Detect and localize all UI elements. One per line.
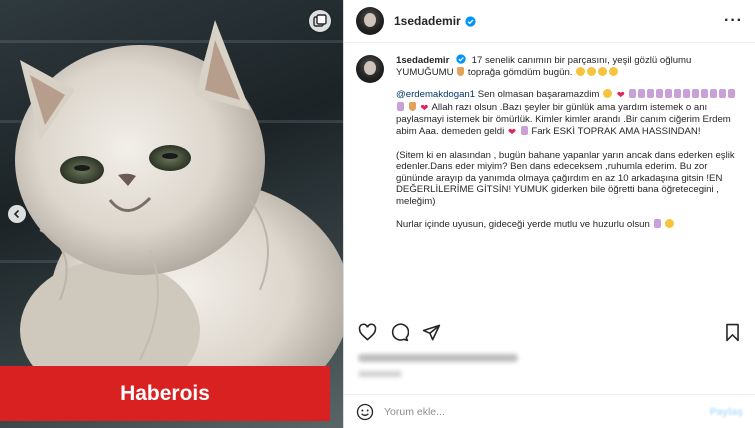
more-options-icon[interactable]: ··· <box>724 12 743 30</box>
caption-text: 1sedademir 17 senelik canımın bir parças… <box>396 54 740 241</box>
caption-line: Nurlar içinde uyusun, gideceği yerde mut… <box>396 218 650 230</box>
post-photo[interactable]: Haberois <box>0 0 343 428</box>
praying-hands-emoji-icon <box>520 125 528 135</box>
action-bar <box>356 320 743 344</box>
praying-hands-emoji-icon <box>656 89 664 99</box>
post-header: 1sedademir ··· <box>344 0 755 43</box>
post-details-panel: 1sedademir ··· 1sedademir 17 senelik can… <box>343 0 755 428</box>
comment-input[interactable] <box>384 405 710 418</box>
likes-summary-blurred <box>358 354 518 362</box>
heart-icon[interactable] <box>356 321 378 343</box>
praying-hands-emoji-icon <box>683 89 691 99</box>
username-link[interactable]: 1sedademir <box>394 14 461 28</box>
smiley-icon[interactable] <box>356 403 374 421</box>
caption-block: 1sedademir 17 senelik canımın bir parças… <box>356 54 743 241</box>
caption-line: toprağa gömdüm bugün. <box>467 66 573 78</box>
send-icon[interactable] <box>420 321 442 343</box>
comment-bar: Paylaş <box>344 394 755 428</box>
praying-hands-emoji-icon <box>647 89 655 99</box>
praying-hands-emoji-icon <box>701 89 709 99</box>
watermark-text: Haberois <box>120 381 210 405</box>
heart-emoji-icon: ❤ <box>420 102 429 114</box>
praying-hands-emoji-icon <box>728 89 736 99</box>
avatar[interactable] <box>356 7 384 35</box>
sad-face-emoji-icon <box>598 66 608 76</box>
verified-badge-icon <box>465 15 476 27</box>
carousel-icon <box>309 10 331 32</box>
praying-hands-emoji-icon <box>674 89 682 99</box>
praying-hands-emoji-icon <box>397 101 404 111</box>
praying-hands-emoji-icon <box>653 218 661 228</box>
verified-badge-icon <box>456 54 466 64</box>
heart-emoji-icon: ❤ <box>507 126 516 138</box>
praying-hands-emoji-icon <box>665 89 673 99</box>
cat-image <box>15 20 343 420</box>
praying-hands-emoji-icon <box>719 89 727 99</box>
sad-face-emoji-icon <box>587 66 597 76</box>
sad-face-emoji-icon <box>576 66 586 76</box>
sad-face-emoji-icon <box>609 66 619 76</box>
flower-emoji-icon <box>457 66 465 76</box>
heart-emoji-icon: ❤ <box>616 90 625 102</box>
comment-icon[interactable] <box>388 321 410 343</box>
praying-hands-emoji-icon <box>638 89 646 99</box>
praying-hands-emoji-icon <box>710 89 718 99</box>
flower-emoji-icon <box>408 101 416 111</box>
watermark-banner: Haberois <box>0 366 330 421</box>
caption-line: Sen olmasan başaramazdim <box>477 89 600 101</box>
post-comment-button[interactable]: Paylaş <box>710 406 743 418</box>
caption-line: Fark ESKİ TOPRAK AMA HASSINDAN! <box>531 125 701 137</box>
previous-image-button[interactable] <box>8 205 26 223</box>
caption-line: (Sitem ki en alasından , bugün bahane ya… <box>396 149 735 207</box>
bookmark-icon[interactable] <box>721 321 743 343</box>
caption-avatar[interactable] <box>356 55 384 83</box>
post-date-blurred <box>358 371 402 377</box>
mention-link[interactable]: @erdemakdogan1 <box>396 89 475 100</box>
chevron-left-icon <box>13 209 20 219</box>
praying-hands-emoji-icon <box>692 89 700 99</box>
emoji-icon <box>665 218 675 228</box>
praying-hands-emoji-icon <box>629 89 637 99</box>
caption-username[interactable]: 1sedademir <box>396 55 449 66</box>
emoji-icon <box>603 89 613 99</box>
